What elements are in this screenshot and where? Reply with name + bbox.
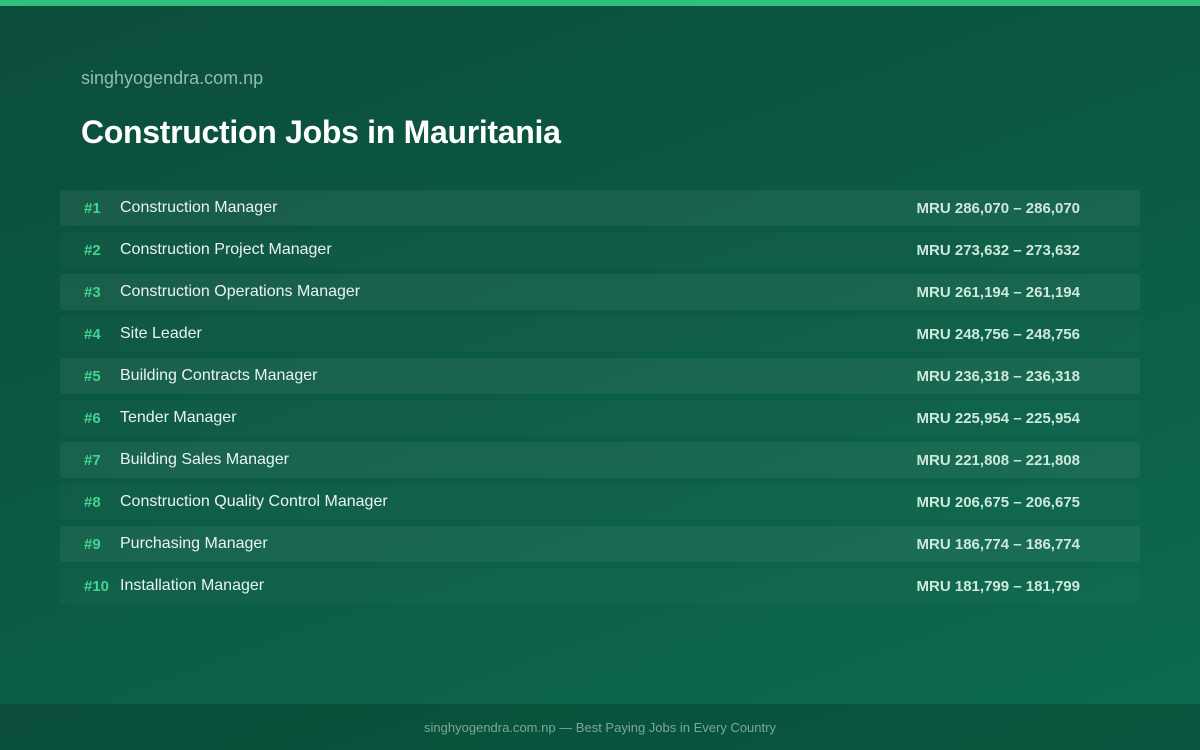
rank-label: #9: [84, 535, 101, 553]
list-item: #3 Construction Operations Manager MRU 2…: [60, 274, 1140, 310]
job-title: Installation Manager: [120, 577, 265, 594]
job-title: Tender Manager: [120, 409, 237, 426]
salary-range: MRU 273,632 – 273,632: [916, 241, 1080, 259]
job-title: Construction Project Manager: [120, 241, 332, 258]
list-item: #8 Construction Quality Control Manager …: [60, 484, 1140, 520]
job-title: Construction Operations Manager: [120, 283, 361, 300]
rank-label: #2: [84, 241, 101, 259]
salary-range: MRU 206,675 – 206,675: [916, 493, 1080, 511]
job-title: Site Leader: [120, 325, 202, 342]
salary-range: MRU 236,318 – 236,318: [916, 367, 1080, 385]
job-title: Building Sales Manager: [120, 451, 289, 468]
list-item: #2 Construction Project Manager MRU 273,…: [60, 232, 1140, 268]
footer: singhyogendra.com.np — Best Paying Jobs …: [0, 704, 1200, 750]
list-item: #5 Building Contracts Manager MRU 236,31…: [60, 358, 1140, 394]
salary-range: MRU 181,799 – 181,799: [916, 577, 1080, 595]
top-accent-bar: [0, 0, 1200, 6]
rank-label: #6: [84, 409, 101, 427]
rank-label: #7: [84, 451, 101, 469]
salary-range: MRU 221,808 – 221,808: [916, 451, 1080, 469]
salary-range: MRU 261,194 – 261,194: [916, 283, 1080, 301]
salary-range: MRU 286,070 – 286,070: [916, 199, 1080, 217]
rank-label: #4: [84, 325, 101, 343]
rank-label: #10: [84, 577, 110, 595]
list-item: #4 Site Leader MRU 248,756 – 248,756: [60, 316, 1140, 352]
rank-label: #5: [84, 367, 101, 385]
salary-range: MRU 225,954 – 225,954: [916, 409, 1080, 427]
list-item: #9 Purchasing Manager MRU 186,774 – 186,…: [60, 526, 1140, 562]
salary-range: MRU 186,774 – 186,774: [916, 535, 1080, 553]
salary-range: MRU 248,756 – 248,756: [916, 325, 1080, 343]
site-name: singhyogendra.com.np: [81, 68, 264, 88]
list-item: #1 Construction Manager MRU 286,070 – 28…: [60, 190, 1140, 226]
list-item: #6 Tender Manager MRU 225,954 – 225,954: [60, 400, 1140, 436]
list-item: #7 Building Sales Manager MRU 221,808 – …: [60, 442, 1140, 478]
rank-label: #1: [84, 199, 101, 217]
page-title: Construction Jobs in Mauritania: [81, 114, 561, 150]
rank-label: #8: [84, 493, 101, 511]
rank-label: #3: [84, 283, 101, 301]
jobs-list: #1 Construction Manager MRU 286,070 – 28…: [60, 190, 1140, 610]
job-title: Construction Manager: [120, 199, 278, 216]
list-item: #10 Installation Manager MRU 181,799 – 1…: [60, 568, 1140, 604]
job-title: Building Contracts Manager: [120, 367, 318, 384]
job-title: Purchasing Manager: [120, 535, 268, 552]
job-title: Construction Quality Control Manager: [120, 493, 388, 510]
footer-text: singhyogendra.com.np — Best Paying Jobs …: [424, 719, 776, 735]
